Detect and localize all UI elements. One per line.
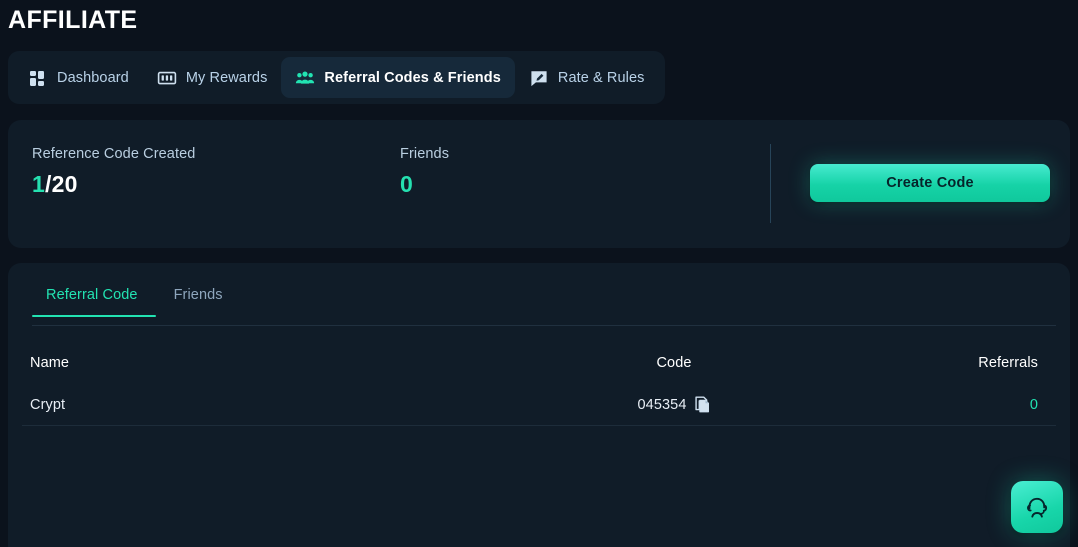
stat-reference-code-created: Reference Code Created 1/20 <box>32 146 195 198</box>
table-header-row: Name Code Referrals <box>22 342 1056 384</box>
page-title: AFFILIATE <box>8 6 138 34</box>
stat-reference-code-current: 1 <box>32 171 45 197</box>
tab-my-rewards-label: My Rewards <box>185 69 268 86</box>
speech-bubble-edit-icon <box>529 68 549 88</box>
tab-rate-and-rules[interactable]: Rate & Rules <box>515 57 659 98</box>
panel-subtabs: Referral Code Friends <box>32 287 1056 326</box>
referral-panel-card: Referral Code Friends Name Code Referral… <box>8 263 1070 547</box>
cell-referrals: 0 <box>1029 396 1038 413</box>
banknote-icon <box>157 68 177 88</box>
column-header-code: Code <box>656 355 692 371</box>
cell-code: 045354 <box>500 396 848 414</box>
tab-referral-codes-and-friends[interactable]: Referral Codes & Friends <box>281 57 515 98</box>
column-header-name: Name <box>30 355 70 371</box>
copy-icon[interactable] <box>694 396 711 413</box>
tab-dashboard[interactable]: Dashboard <box>14 57 143 98</box>
headset-support-icon <box>1022 492 1052 522</box>
referral-code-table: Name Code Referrals Crypt 045354 0 <box>22 342 1056 426</box>
table-row: Crypt 045354 0 <box>22 384 1056 426</box>
stat-reference-code-created-label: Reference Code Created <box>32 146 196 162</box>
cell-code-value: 045354 <box>637 396 687 413</box>
stats-divider <box>770 144 771 223</box>
stat-friends: Friends 0 <box>400 146 449 198</box>
support-chat-button[interactable] <box>1011 481 1063 533</box>
tab-referral-codes-and-friends-label: Referral Codes & Friends <box>324 69 501 86</box>
stats-card: Reference Code Created 1/20 Friends 0 Cr… <box>8 120 1070 248</box>
column-header-referrals: Referrals <box>978 355 1038 371</box>
cell-name: Crypt <box>30 396 66 413</box>
main-tab-bar: Dashboard My Rewards Referral Codes & Fr <box>8 51 665 104</box>
stat-friends-label: Friends <box>400 146 450 162</box>
create-code-button[interactable]: Create Code <box>810 164 1050 202</box>
stat-reference-code-created-value: 1/20 <box>32 171 195 198</box>
stat-friends-value: 0 <box>400 171 413 197</box>
subtab-referral-code[interactable]: Referral Code <box>32 287 156 317</box>
stat-reference-code-total: /20 <box>45 171 78 197</box>
tab-my-rewards[interactable]: My Rewards <box>143 57 282 98</box>
subtab-friends[interactable]: Friends <box>156 287 241 316</box>
people-group-icon <box>295 68 315 88</box>
tab-rate-and-rules-label: Rate & Rules <box>557 69 645 86</box>
dashboard-grid-icon <box>28 68 48 88</box>
tab-dashboard-label: Dashboard <box>57 69 129 86</box>
